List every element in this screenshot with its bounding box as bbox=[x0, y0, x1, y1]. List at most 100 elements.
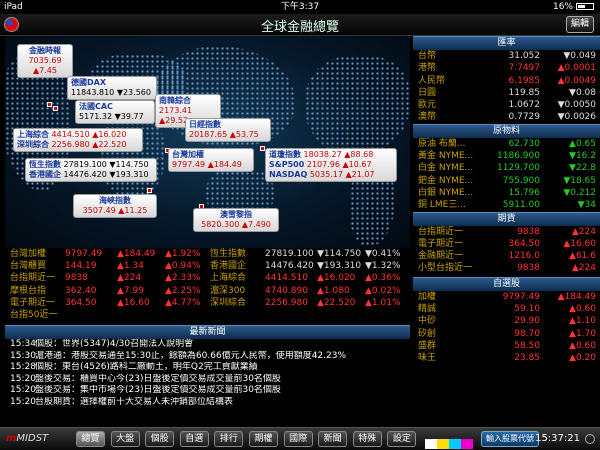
news-item[interactable]: 15:20台股期貨：選擇權前十大交易人未沖銷部位結構表 bbox=[5, 397, 410, 409]
tab-1[interactable]: 大盤 bbox=[110, 431, 140, 447]
news-item[interactable]: 15:34個股：世界(5347)4/30召開法人說明會 bbox=[5, 339, 410, 351]
tab-7[interactable]: 新聞 bbox=[318, 431, 348, 447]
stock-code-input-button[interactable]: 輸入股票代號 bbox=[481, 431, 539, 447]
fut-header[interactable]: 期貨 bbox=[413, 211, 600, 226]
news-item[interactable]: 15:30滬港通：港股交易通至15:30止，餘額為60.66億元人民幣，使用額度… bbox=[5, 351, 410, 363]
summary-row[interactable]: 台指期近一 9838 ▲224 ▲2.33% 上海綜合 4414.510 ▲16.020 ▲0… bbox=[5, 272, 410, 284]
color-swatches[interactable] bbox=[425, 434, 475, 449]
box-aus[interactable]: 澳雪黎指 5820.300 ▲7.490 bbox=[193, 208, 279, 232]
row-value: 1186.900 bbox=[497, 151, 540, 162]
box-ftse[interactable]: 金融時報 7035.69 ▲7.45 bbox=[17, 44, 73, 78]
box-shanghai-shenzhen[interactable]: 上海綜合 4414.510 ▲16.020 深圳綜合 2256.980 ▲22.… bbox=[13, 128, 143, 152]
raw-header[interactable]: 原物料 bbox=[413, 123, 600, 138]
tab-4[interactable]: 排行 bbox=[214, 431, 244, 447]
row-value: 59.10 bbox=[514, 304, 540, 315]
row-change: ▼18.65 bbox=[563, 175, 596, 186]
list-row-fx[interactable]: 港幣 7.7497 ▲0.0001 bbox=[413, 62, 600, 74]
marker-sg[interactable] bbox=[147, 188, 152, 193]
summary-value: 2256.980 bbox=[265, 297, 308, 308]
list-row-raw[interactable]: 白金 NYME... 1129.700 ▼22.8 bbox=[413, 162, 600, 174]
summary-name: 香港國企 bbox=[210, 261, 247, 272]
list-row-raw[interactable]: 白銀 NYME... 15.796 ▼0.212 bbox=[413, 187, 600, 199]
tab-8[interactable]: 特殊 bbox=[352, 431, 382, 447]
row-change: ▲224 bbox=[571, 263, 596, 274]
list-row-self[interactable]: 味王 23.85 ▲0.20 bbox=[413, 352, 600, 364]
summary-value: 4740.890 bbox=[265, 285, 308, 296]
news-item[interactable]: 15:20盤後交易：集中市場今(23)日盤後定價交易成交量前30名個股 bbox=[5, 385, 410, 397]
summary-value: 9797.49 bbox=[65, 249, 103, 259]
list-row-raw[interactable]: 黃金 NYME... 1186.900 ▼16.2 bbox=[413, 150, 600, 162]
news-text: 盤後交易：櫃買中心今(23)日盤後定價交易成交量前30名個股 bbox=[35, 373, 281, 384]
summary-name: 恆生指數 bbox=[210, 249, 247, 259]
edit-button[interactable]: 編輯 bbox=[566, 16, 594, 33]
tab-3[interactable]: 自選 bbox=[179, 431, 209, 447]
summary-row[interactable]: 台指50近一 bbox=[5, 309, 410, 321]
tab-2[interactable]: 個股 bbox=[145, 431, 175, 447]
tab-6[interactable]: 國際 bbox=[283, 431, 313, 447]
self-header[interactable]: 自選股 bbox=[413, 276, 600, 291]
news-item[interactable]: 15:20盤後交易：櫃買中心今(23)日盤後定價交易成交量前30名個股 bbox=[5, 374, 410, 386]
summary-percent: ▼1.32% bbox=[365, 261, 401, 272]
row-change: ▼0.049 bbox=[563, 51, 596, 61]
summary-row[interactable]: 電子期近一 364.50 ▲16.60 ▲4.77% 深圳綜合 2256.980 ▲22.5… bbox=[5, 297, 410, 309]
tab-0[interactable]: 總覽 bbox=[76, 431, 105, 447]
box-hangseng[interactable]: 恆生指數 27819.100 ▼114.750 香港國企 14476.420 ▼… bbox=[25, 158, 157, 182]
box-nikkei[interactable]: 日經指數 20187.65 ▲53.75 bbox=[185, 118, 271, 142]
list-row-self[interactable]: 加權 9797.49 ▲184.49 bbox=[413, 291, 600, 303]
page-title: 全球金融總覽 bbox=[260, 20, 339, 35]
row-value: 5911.00 bbox=[502, 200, 540, 211]
list-row-raw[interactable]: 鈀金 NYME... 755.900 ▼18.65 bbox=[413, 175, 600, 187]
row-change: ▼22.8 bbox=[569, 163, 596, 174]
news-text: 滬港通：港股交易通至15:30止，餘額為60.66億元人民幣，使用額度42.23… bbox=[35, 350, 347, 361]
row-value: 6.1985 bbox=[508, 75, 541, 86]
summary-name: 滬深300 bbox=[210, 285, 246, 296]
summary-row[interactable]: 摩根台指 362.40 ▲7.99 ▲2.25% 滬深300 4740.890 ▲1.080… bbox=[5, 285, 410, 297]
summary-row[interactable]: 台灣加權 9797.49 ▲184.49 ▲1.92% 恆生指數 27819.100 ▼11… bbox=[5, 248, 410, 260]
row-change: ▲61.6 bbox=[569, 251, 596, 262]
summary-row[interactable]: 台灣櫃買 144.19 ▲1.34 ▲0.94% 香港國企 14476.420 ▼193.3… bbox=[5, 260, 410, 272]
summary-name: 電子期近一 bbox=[10, 297, 56, 308]
row-value: 1.0672 bbox=[508, 100, 541, 111]
box-cac[interactable]: 法國CAC 5171.32 ▼39.77 bbox=[75, 100, 155, 124]
fx-header[interactable]: 匯率 bbox=[413, 36, 600, 50]
list-row-fx[interactable]: 澳幣 0.7729 ▼0.0026 bbox=[413, 111, 600, 123]
list-row-fut[interactable]: 金融期近一 1216.0 ▲61.6 bbox=[413, 250, 600, 262]
news-time: 15:20 bbox=[10, 373, 36, 384]
list-row-fut[interactable]: 電子期近一 364.50 ▲16.60 bbox=[413, 238, 600, 250]
list-row-fx[interactable]: 人民幣 6.1985 ▲0.0049 bbox=[413, 75, 600, 87]
news-panel: 最新新聞 15:34個股：世界(5347)4/30召開法人說明會 15:30滬港通… bbox=[5, 325, 410, 408]
summary-percent: ▲1.92% bbox=[165, 249, 201, 259]
list-row-self[interactable]: 精誠 59.10 ▲0.60 bbox=[413, 303, 600, 315]
list-row-raw[interactable]: 原油 布蘭... 62.730 ▲0.65 bbox=[413, 138, 600, 150]
tab-9[interactable]: 設定 bbox=[387, 431, 417, 447]
summary-change: ▲1.34 bbox=[117, 261, 144, 272]
news-header[interactable]: 最新新聞 bbox=[5, 325, 410, 339]
tab-5[interactable]: 期權 bbox=[249, 431, 278, 447]
list-row-self[interactable]: 盛群 58.50 ▲0.60 bbox=[413, 340, 600, 352]
list-row-raw[interactable]: 銅 LME三... 5911.00 ▼34 bbox=[413, 199, 600, 211]
list-row-fut[interactable]: 小型台指近一 9838 ▲224 bbox=[413, 262, 600, 274]
box-straits[interactable]: 海峽指數 3507.49 ▲11.25 bbox=[73, 194, 157, 218]
app-header: 全球金融總覽 編輯 bbox=[0, 14, 600, 36]
list-row-fx[interactable]: 日圓 119.85 ▼0.08 bbox=[413, 87, 600, 99]
list-row-fut[interactable]: 台指期近一 9838 ▲224 bbox=[413, 226, 600, 238]
box-taiwan[interactable]: 台灣加權 9797.49 ▲184.49 bbox=[168, 148, 254, 172]
row-name: 人民幣 bbox=[418, 75, 446, 86]
self-list: 加權 9797.49 ▲184.49 精誠 59.10 ▲0.60 中砂 29.90 ▲1.10… bbox=[413, 291, 600, 365]
list-row-self[interactable]: 矽創 98.70 ▲1.70 bbox=[413, 328, 600, 340]
list-row-fx[interactable]: 台幣 31.052 ▼0.049 bbox=[413, 50, 600, 62]
marker-london[interactable] bbox=[47, 102, 52, 107]
world-map: 金融時報 7035.69 ▲7.45 德國DAX 11843.810 ▼23.5… bbox=[5, 36, 410, 248]
summary-change: ▲16.020 bbox=[317, 273, 356, 284]
summary-percent: ▲2.25% bbox=[165, 285, 201, 296]
box-dax[interactable]: 德國DAX 11843.810 ▼23.560 bbox=[67, 76, 157, 100]
marker-frankfurt[interactable] bbox=[53, 106, 58, 111]
row-value: 9797.49 bbox=[502, 291, 540, 302]
box-us[interactable]: 道瓊指數 18038.27 ▲88.68 S&P500 2107.96 ▲10.… bbox=[265, 148, 397, 182]
row-name: 金融期近一 bbox=[418, 251, 464, 262]
list-row-fx[interactable]: 歐元 1.0672 ▼0.0050 bbox=[413, 99, 600, 111]
news-item[interactable]: 15:28個股：東台(4526)路科二廠動土，明年Q2完工貢獻業績 bbox=[5, 362, 410, 374]
list-row-self[interactable]: 中砂 29.90 ▲1.10 bbox=[413, 315, 600, 327]
summary-name: 台指期近一 bbox=[10, 273, 56, 284]
row-change: ▲16.60 bbox=[563, 238, 596, 249]
